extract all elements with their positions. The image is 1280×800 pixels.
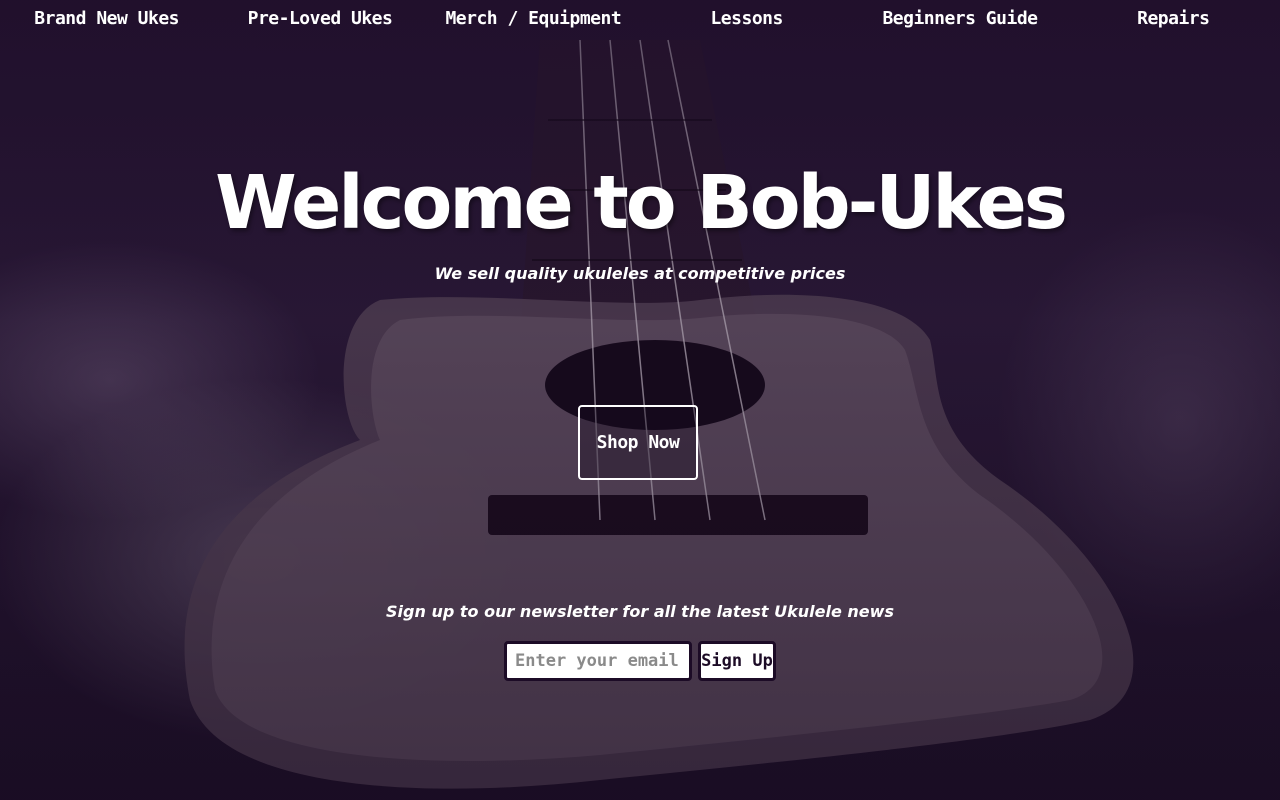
main-nav: Brand New Ukes Pre-Loved Ukes Merch / Eq…	[0, 0, 1280, 40]
nav-item-repairs[interactable]: Repairs	[1067, 0, 1280, 40]
nav-item-pre-loved-ukes[interactable]: Pre-Loved Ukes	[213, 0, 426, 40]
nav-item-merch-equipment[interactable]: Merch / Equipment	[427, 0, 640, 40]
hero-tagline: We sell quality ukuleles at competitive …	[434, 264, 846, 283]
email-field[interactable]	[504, 641, 692, 681]
landing-page: Brand New Ukes Pre-Loved Ukes Merch / Eq…	[0, 0, 1280, 800]
shop-now-button[interactable]: Shop Now	[578, 405, 698, 480]
newsletter-form: Sign Up	[504, 641, 776, 681]
nav-item-brand-new-ukes[interactable]: Brand New Ukes	[0, 0, 213, 40]
sign-up-button[interactable]: Sign Up	[698, 641, 776, 681]
nav-item-lessons[interactable]: Lessons	[640, 0, 853, 40]
newsletter-text: Sign up to our newsletter for all the la…	[386, 602, 894, 621]
nav-item-beginners-guide[interactable]: Beginners Guide	[853, 0, 1066, 40]
page-title: Welcome to Bob-Ukes	[215, 160, 1068, 246]
